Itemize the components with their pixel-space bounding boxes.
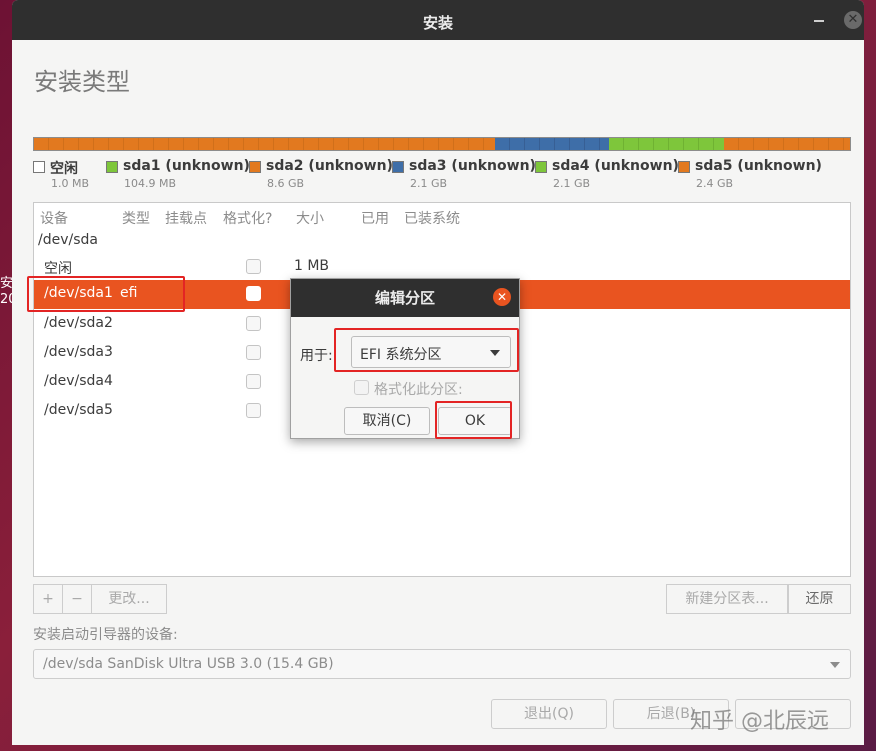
column-header-used[interactable]: 已用 (361, 208, 389, 228)
legend-swatch (392, 161, 404, 173)
quit-button[interactable]: 退出(Q) (491, 699, 607, 729)
format-checkbox[interactable] (246, 259, 261, 274)
legend-name: 空闲 (50, 161, 78, 177)
legend-size: 2.1 GB (553, 177, 591, 190)
revert-button[interactable]: 还原 (788, 584, 851, 614)
page-title: 安装类型 (34, 68, 130, 96)
highlight-box-use-as (334, 328, 519, 372)
column-header-device[interactable]: 设备 (40, 208, 68, 228)
format-partition-checkbox[interactable] (354, 380, 369, 395)
column-header-type[interactable]: 类型 (122, 208, 150, 228)
cell-size: 1 MB (294, 258, 330, 274)
format-checkbox[interactable] (246, 286, 261, 301)
format-checkbox[interactable] (246, 345, 261, 360)
minimize-icon[interactable] (814, 20, 824, 22)
bootloader-device-select[interactable]: /dev/sda SanDisk Ultra USB 3.0 (15.4 GB) (33, 649, 851, 679)
window-titlebar[interactable]: 安装 ✕ (12, 0, 864, 40)
window-title: 安装 (422, 14, 453, 32)
legend-swatch (249, 161, 261, 173)
disk-bar-segment-sda2 (34, 138, 496, 150)
legend-name: sda1 (unknown) (123, 158, 250, 174)
legend-size: 8.6 GB (267, 177, 305, 190)
format-checkbox[interactable] (246, 403, 261, 418)
column-header-mount[interactable]: 挂载点 (165, 208, 207, 228)
add-partition-button[interactable]: + (33, 584, 63, 614)
remove-partition-button[interactable]: − (62, 584, 92, 614)
legend-size: 2.1 GB (410, 177, 448, 190)
disk-usage-bar (33, 137, 851, 151)
close-icon[interactable]: ✕ (493, 288, 511, 306)
partition-legend: 空闲 1.0 MB sda1 (unknown) 104.9 MB sda2 (… (33, 158, 853, 198)
column-header-format[interactable]: 格式化? (223, 208, 272, 228)
legend-name: sda5 (unknown) (695, 158, 822, 174)
legend-name: sda3 (unknown) (409, 158, 536, 174)
disk-bar-segment-sda4 (609, 138, 724, 150)
cell-device: /dev/sda2 (44, 315, 113, 331)
format-checkbox[interactable] (246, 374, 261, 389)
change-partition-button[interactable]: 更改... (91, 584, 167, 614)
legend-name: sda2 (unknown) (266, 158, 393, 174)
format-partition-label: 格式化此分区: (374, 382, 463, 398)
column-header-installed-os[interactable]: 已装系统 (404, 208, 460, 228)
disk-bar-segment-sda5 (723, 138, 850, 150)
cell-device: /dev/sda4 (44, 373, 113, 389)
legend-name: sda4 (unknown) (552, 158, 679, 174)
legend-swatch (106, 161, 118, 173)
chevron-down-icon (830, 662, 840, 668)
legend-size: 104.9 MB (124, 177, 177, 190)
format-checkbox[interactable] (246, 316, 261, 331)
legend-size: 2.4 GB (696, 177, 734, 190)
table-row-disk[interactable]: /dev/sda (34, 227, 850, 256)
bootloader-label: 安装启动引导器的设备: (33, 627, 178, 643)
cell-device: /dev/sda (38, 232, 98, 248)
disk-bar-segment-sda3 (495, 138, 610, 150)
cell-device: 空闲 (44, 261, 72, 277)
new-partition-table-button[interactable]: 新建分区表... (666, 584, 788, 614)
cell-device: /dev/sda3 (44, 344, 113, 360)
column-header-size[interactable]: 大小 (296, 208, 324, 228)
close-icon[interactable]: ✕ (844, 11, 862, 29)
use-as-label: 用于: (300, 348, 333, 364)
legend-swatch (535, 161, 547, 173)
legend-swatch (678, 161, 690, 173)
legend-swatch (33, 161, 45, 173)
cancel-button[interactable]: 取消(C) (344, 407, 430, 435)
highlight-box-ok (435, 401, 512, 439)
bootloader-device-value: /dev/sda SanDisk Ultra USB 3.0 (15.4 GB) (43, 656, 334, 672)
cell-device: /dev/sda5 (44, 402, 113, 418)
legend-size: 1.0 MB (51, 177, 90, 190)
highlight-box-sda1 (27, 276, 185, 312)
watermark: 知乎 @北辰远 (690, 709, 829, 734)
dialog-title: 编辑分区 (291, 279, 519, 317)
